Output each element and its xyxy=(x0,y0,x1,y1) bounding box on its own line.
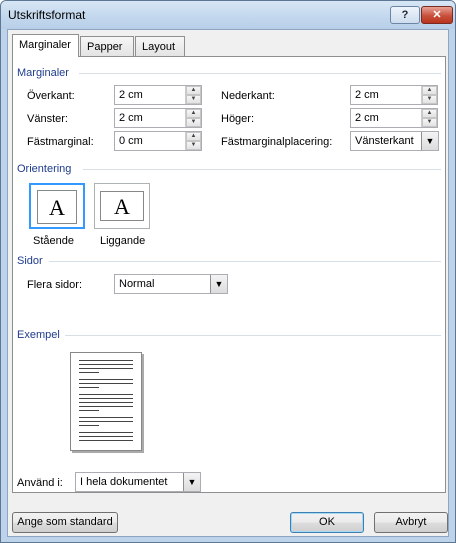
spin-down-icon[interactable]: ▼ xyxy=(186,118,201,127)
apply-to-value: I hela dokumentet xyxy=(80,476,168,488)
chevron-down-icon[interactable]: ▼ xyxy=(183,473,200,491)
dialog-body: Marginaler Papper Layout Marginaler Över… xyxy=(7,29,449,537)
multiple-pages-label: Flera sidor: xyxy=(27,279,83,291)
left-margin-label: Vänster: xyxy=(27,113,68,125)
spin-up-icon[interactable]: ▲ xyxy=(422,109,437,118)
landscape-label: Liggande xyxy=(100,235,146,247)
multiple-pages-select[interactable]: Normal ▼ xyxy=(114,274,228,294)
right-margin-value: 2 cm xyxy=(355,112,379,124)
spin-up-icon[interactable]: ▲ xyxy=(422,86,437,95)
gutter-label: Fästmarginal: xyxy=(27,136,94,148)
spin-down-icon[interactable]: ▼ xyxy=(186,141,201,150)
right-margin-spinner[interactable]: 2 cm ▲ ▼ xyxy=(350,108,438,128)
spin-down-icon[interactable]: ▼ xyxy=(186,95,201,104)
top-margin-label: Överkant: xyxy=(27,90,75,102)
title-bar[interactable]: Utskriftsformat ? ✕ xyxy=(1,1,455,29)
portrait-page-icon: A xyxy=(37,190,77,224)
section-pages: Sidor xyxy=(17,255,43,267)
left-margin-spinner[interactable]: 2 cm ▲ ▼ xyxy=(114,108,202,128)
left-margin-value: 2 cm xyxy=(119,112,143,124)
spin-up-icon[interactable]: ▲ xyxy=(186,86,201,95)
multiple-pages-value: Normal xyxy=(119,278,155,290)
tab-papper[interactable]: Papper xyxy=(80,36,134,56)
close-button[interactable]: ✕ xyxy=(421,6,453,24)
landscape-page-icon: A xyxy=(100,191,144,221)
gutter-value: 0 cm xyxy=(119,135,143,147)
divider xyxy=(83,169,441,170)
gutter-position-select[interactable]: Vänsterkant ▼ xyxy=(350,131,439,151)
bottom-margin-spinner[interactable]: 2 cm ▲ ▼ xyxy=(350,85,438,105)
tab-marginaler[interactable]: Marginaler xyxy=(12,34,79,57)
spin-up-icon[interactable]: ▲ xyxy=(186,109,201,118)
portrait-button[interactable]: A xyxy=(29,183,85,229)
apply-to-label: Använd i: xyxy=(17,477,63,489)
apply-to-select[interactable]: I hela dokumentet ▼ xyxy=(75,472,201,492)
top-margin-value: 2 cm xyxy=(119,89,143,101)
set-as-default-button[interactable]: Ange som standard xyxy=(12,512,118,533)
tab-layout[interactable]: Layout xyxy=(135,36,185,56)
ok-button[interactable]: OK xyxy=(290,512,364,533)
cancel-button[interactable]: Avbryt xyxy=(374,512,448,533)
tab-panel-marginaler: Marginaler Överkant: 2 cm ▲ ▼ Vänster: 2 … xyxy=(12,56,446,493)
chevron-down-icon[interactable]: ▼ xyxy=(421,132,438,150)
bottom-margin-value: 2 cm xyxy=(355,89,379,101)
divider xyxy=(79,73,441,74)
section-preview: Exempel xyxy=(17,329,60,341)
divider xyxy=(65,335,441,336)
right-margin-label: Höger: xyxy=(221,113,255,125)
section-margins: Marginaler xyxy=(17,67,69,79)
divider xyxy=(49,261,441,262)
window-title: Utskriftsformat xyxy=(8,8,86,22)
gutter-position-value: Vänsterkant xyxy=(355,135,414,147)
section-orientation: Orientering xyxy=(17,163,72,175)
page-preview xyxy=(70,352,142,451)
chevron-down-icon[interactable]: ▼ xyxy=(210,275,227,293)
bottom-margin-label: Nederkant: xyxy=(221,90,275,102)
gutter-position-label: Fästmarginalplacering: xyxy=(221,136,333,148)
spin-down-icon[interactable]: ▼ xyxy=(422,95,437,104)
spin-up-icon[interactable]: ▲ xyxy=(186,132,201,141)
spin-down-icon[interactable]: ▼ xyxy=(422,118,437,127)
portrait-label: Stående xyxy=(33,235,74,247)
page-setup-dialog: Utskriftsformat ? ✕ Marginaler Papper La… xyxy=(0,0,456,543)
gutter-spinner[interactable]: 0 cm ▲ ▼ xyxy=(114,131,202,151)
landscape-button[interactable]: A xyxy=(94,183,150,229)
top-margin-spinner[interactable]: 2 cm ▲ ▼ xyxy=(114,85,202,105)
help-button[interactable]: ? xyxy=(390,6,420,24)
